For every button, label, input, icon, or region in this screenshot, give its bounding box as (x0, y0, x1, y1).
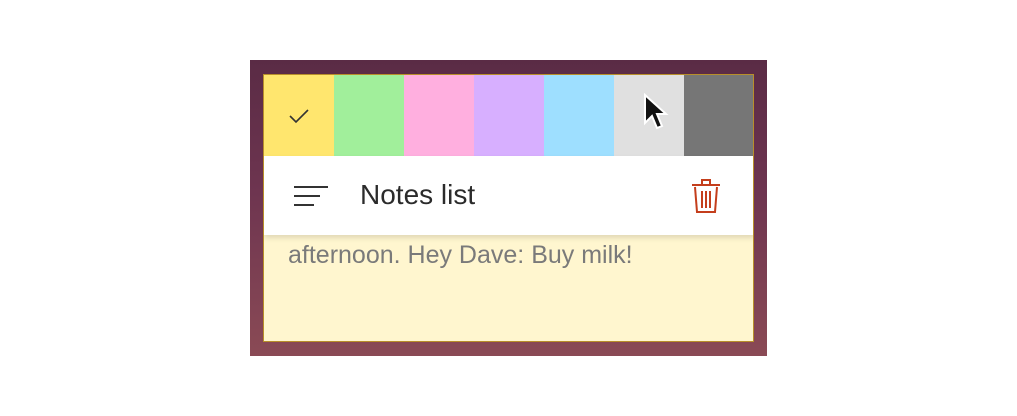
color-picker-bar (264, 75, 753, 156)
color-swatch-charcoal[interactable] (684, 75, 753, 156)
color-swatch-purple[interactable] (474, 75, 544, 156)
checkmark-icon (289, 108, 309, 123)
color-swatch-yellow[interactable] (264, 75, 334, 156)
mouse-pointer-icon (644, 93, 669, 130)
sticky-note-window: Notes list afternoon. Hey Dave: Buy milk… (263, 74, 754, 342)
color-swatch-blue[interactable] (544, 75, 614, 156)
color-swatch-pink[interactable] (404, 75, 474, 156)
notes-list-icon[interactable] (294, 184, 330, 208)
note-menu: Notes list (264, 156, 753, 235)
notes-list-label[interactable]: Notes list (360, 178, 475, 212)
delete-note-icon[interactable] (691, 178, 721, 214)
note-body-text[interactable]: afternoon. Hey Dave: Buy milk! (288, 240, 633, 270)
color-swatch-green[interactable] (334, 75, 404, 156)
